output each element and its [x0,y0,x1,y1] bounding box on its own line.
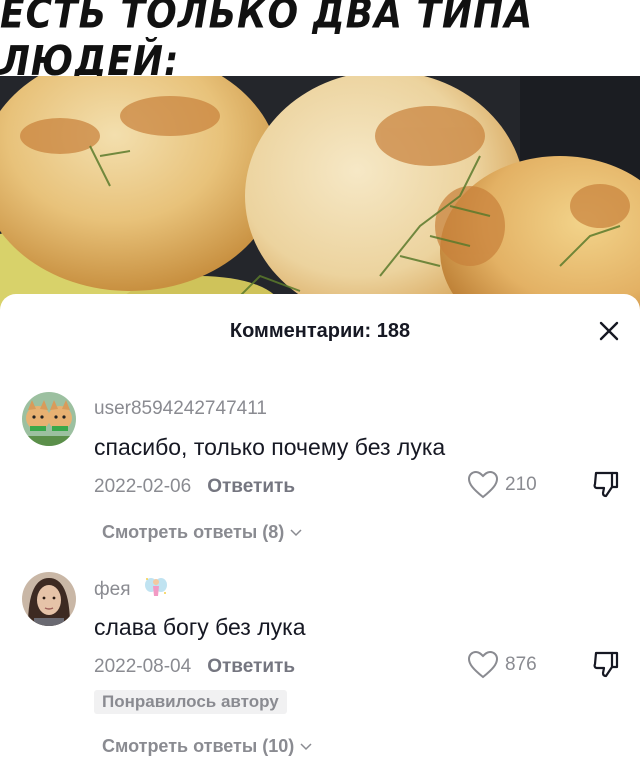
comment-text: спасибо, только почему без лука [94,434,446,460]
like-count: 876 [505,654,537,675]
avatar[interactable] [22,392,76,446]
comment-username[interactable]: фея [94,576,168,604]
liked-by-author-badge: Понравилось автору [94,690,287,714]
reply-button[interactable]: Ответить [207,656,295,677]
like-count: 210 [505,474,537,495]
dislike-icon[interactable] [590,648,622,680]
meme-caption: ЕСТЬ ТОЛЬКО ДВА ТИПА ЛЮДЕЙ: [0,0,640,85]
comment-username-text: фея [94,579,131,601]
comment-username[interactable]: user8594242747411 [94,398,267,420]
chevron-down-icon [290,528,302,536]
reply-button[interactable]: Ответить [207,476,295,497]
close-icon[interactable] [594,316,624,346]
heart-icon [467,470,499,499]
comment-meta: 2022-02-06 Ответить [94,476,295,498]
comment-date: 2022-08-04 [94,656,192,677]
view-replies-button[interactable]: Смотреть ответы (10) [102,736,312,757]
view-replies-button[interactable]: Смотреть ответы (8) [102,522,302,543]
meme-title: ЕСТЬ ТОЛЬКО ДВА ТИПА ЛЮДЕЙ: [0,0,534,86]
comments-count-title: Комментарии: 188 [229,320,411,342]
dislike-icon[interactable] [590,468,622,500]
heart-icon [467,650,499,679]
comment-text: слава богу без лука [94,614,306,640]
comments-header: Комментарии: 188 [0,294,640,372]
like-button[interactable]: 876 [467,650,537,680]
like-button[interactable]: 210 [467,470,537,500]
video-frame-image [0,76,640,321]
avatar[interactable] [22,572,76,626]
view-replies-label: Смотреть ответы (10) [102,736,295,756]
comment-date: 2022-02-06 [94,476,192,497]
fairy-emoji-icon [144,576,168,604]
chevron-down-icon [300,742,312,750]
view-replies-label: Смотреть ответы (8) [102,522,285,542]
comment-meta: 2022-08-04 Ответить [94,656,295,678]
cutlets-photo [0,76,640,321]
